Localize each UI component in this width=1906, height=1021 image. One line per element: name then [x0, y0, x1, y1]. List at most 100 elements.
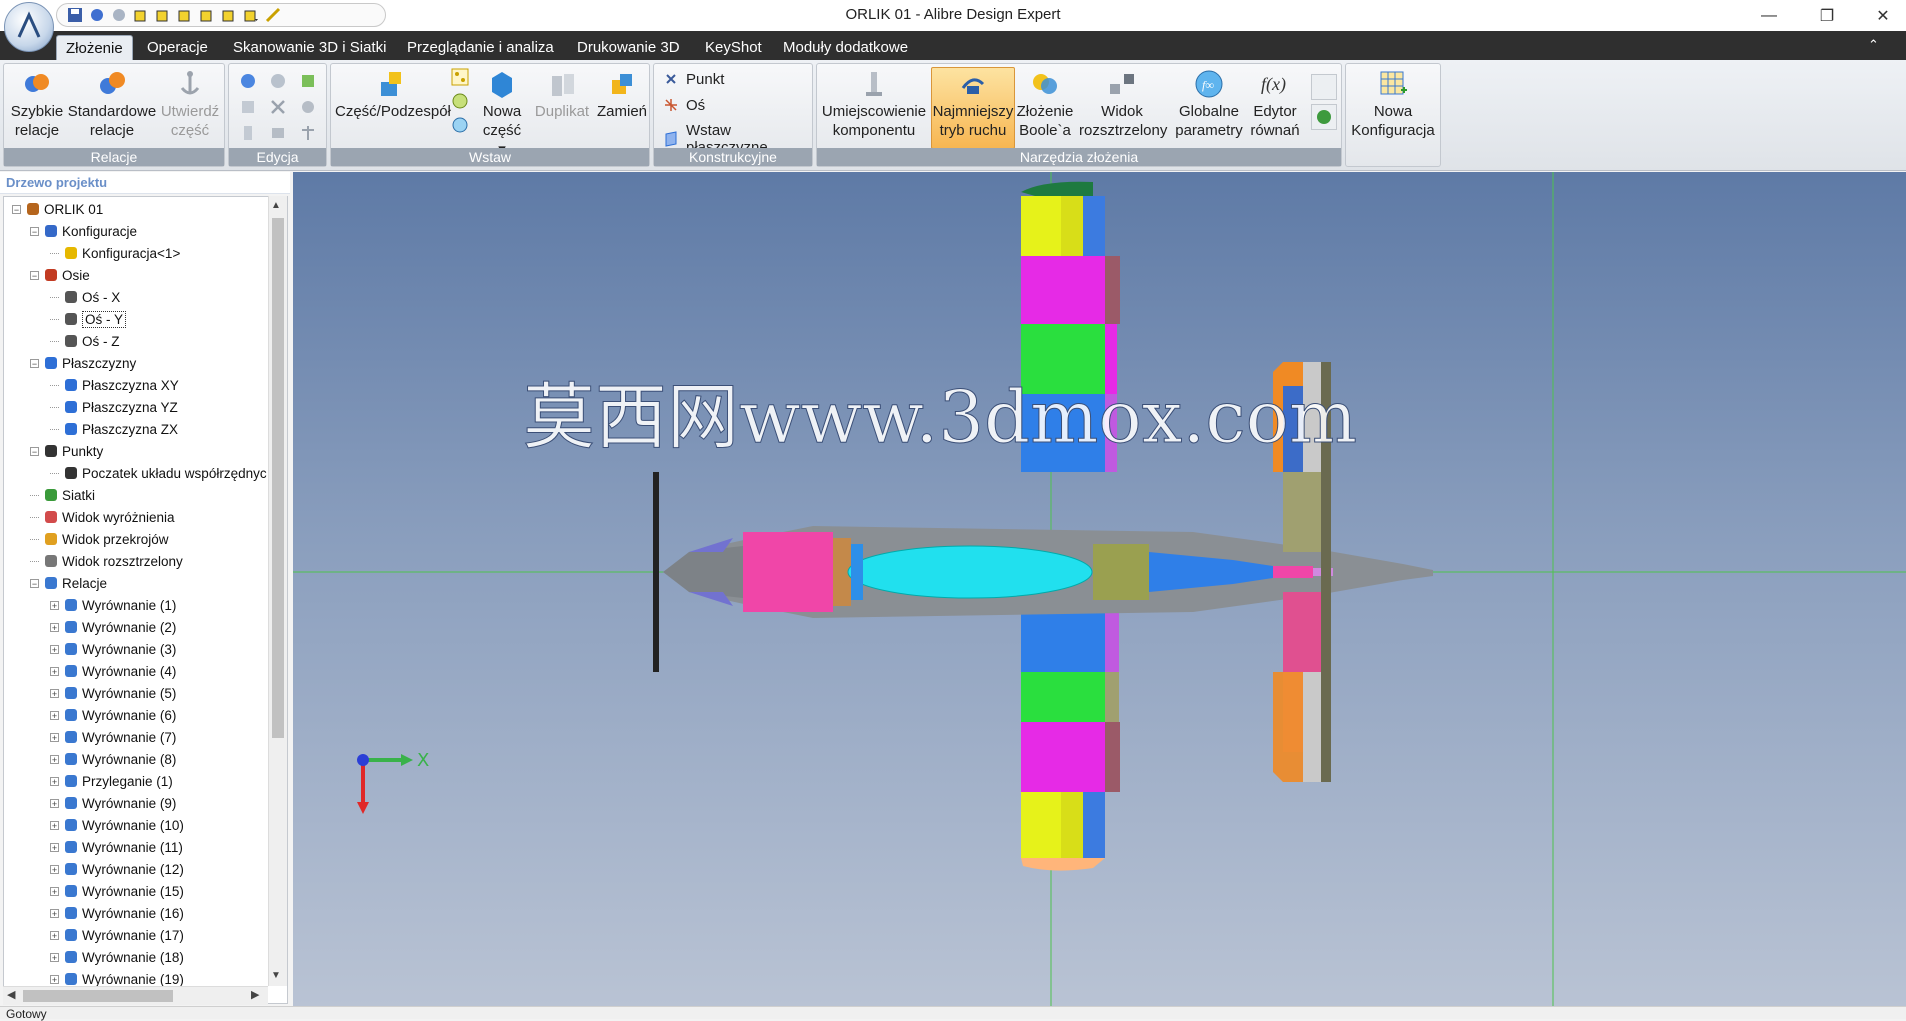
tree-expander-icon[interactable]: + — [50, 798, 59, 808]
tree-node[interactable]: + Wyrównanie (16) — [50, 903, 184, 923]
tree-node[interactable]: Płaszczyzna ZX — [50, 419, 178, 439]
tree-node[interactable]: − ORLIK 01 — [12, 199, 103, 219]
tab-drukowanie[interactable]: Drukowanie 3D — [568, 35, 689, 60]
tree-expander-icon[interactable]: + — [50, 886, 59, 896]
tree-expander-icon[interactable]: − — [30, 226, 39, 236]
quick-relations-button[interactable]: Szybkie relacje — [8, 68, 66, 140]
tree-node[interactable]: + Wyrównanie (10) — [50, 815, 184, 835]
tree-node[interactable]: Poczatek układu współrzędnyc — [50, 463, 267, 483]
tab-zlozenie[interactable]: Złożenie — [56, 35, 133, 61]
tree-expander-icon[interactable]: + — [50, 600, 59, 610]
component-placement-button[interactable]: Umiejscowienie komponentu — [821, 68, 927, 140]
tree-expander-icon[interactable]: − — [12, 204, 21, 214]
tree-node[interactable]: − Osie — [30, 265, 90, 285]
edit-mirror-icon[interactable] — [269, 124, 287, 142]
tree-node[interactable]: Płaszczyzna XY — [50, 375, 179, 395]
tree-node[interactable]: Widok przekrojów — [30, 529, 169, 549]
tree-expander-icon[interactable]: + — [50, 622, 59, 632]
edit-split-icon[interactable] — [299, 124, 317, 142]
boolean-assembly-button[interactable]: Złożenie Boole`a — [1015, 68, 1075, 140]
exploded-view-button[interactable]: Widok rozsztrzelony — [1079, 68, 1167, 140]
edit-properties-icon[interactable] — [239, 98, 257, 116]
scroll-down-icon[interactable]: ▼ — [271, 970, 281, 981]
scroll-up-icon[interactable]: ▲ — [271, 200, 281, 211]
tree-expander-icon[interactable]: + — [50, 710, 59, 720]
edit-copy-icon[interactable] — [299, 72, 317, 90]
point-button[interactable]: Punkt — [662, 70, 724, 88]
tree-expander-icon[interactable]: − — [30, 270, 39, 280]
assembly-tool-small-2-icon[interactable] — [1311, 104, 1337, 130]
tree-node[interactable]: + Wyrównanie (12) — [50, 859, 184, 879]
tree-expander-icon[interactable]: + — [50, 820, 59, 830]
anchor-part-button[interactable]: Utwierdź część — [158, 68, 222, 140]
tree-node[interactable]: − Płaszczyzny — [30, 353, 136, 373]
standard-relations-button[interactable]: Standardowe relacje — [66, 68, 158, 140]
tree-node[interactable]: + Wyrównanie (6) — [50, 705, 176, 725]
new-configuration-button[interactable]: Nowa Konfiguracja — [1348, 68, 1438, 140]
hscroll-thumb[interactable] — [23, 990, 173, 1002]
tree-node[interactable]: + Wyrównanie (5) — [50, 683, 176, 703]
tree-node[interactable]: + Przyleganie (1) — [50, 771, 173, 791]
edit-rotate-icon[interactable] — [269, 72, 287, 90]
tree-node[interactable]: Widok rozsztrzelony — [30, 551, 183, 571]
duplicate-button[interactable]: Duplikat — [531, 68, 593, 121]
minimum-motion-button[interactable]: Najmniejszy tryb ruchu — [931, 67, 1015, 149]
new-part-button[interactable]: Nowaczęść ▾ — [477, 68, 527, 159]
part-subassembly-button[interactable]: Część/Podzespół — [335, 68, 451, 121]
insert-gear-icon[interactable] — [451, 92, 469, 110]
tree-node[interactable]: + Wyrównanie (11) — [50, 837, 183, 857]
tree-node[interactable]: Widok wyróżnienia — [30, 507, 175, 527]
tree-node[interactable]: + Wyrównanie (4) — [50, 661, 176, 681]
global-parameters-button[interactable]: f∞ Globalne parametry — [1173, 68, 1245, 140]
tree-node[interactable]: − Konfiguracje — [30, 221, 137, 241]
tree-node[interactable]: + Wyrównanie (9) — [50, 793, 176, 813]
assembly-tool-small-1-icon[interactable] — [1311, 74, 1337, 100]
tree-expander-icon[interactable]: − — [30, 578, 39, 588]
tree-node[interactable]: + Wyrównanie (1) — [50, 595, 176, 615]
tab-keyshot[interactable]: KeyShot — [696, 35, 771, 60]
tree-node[interactable]: − Relacje — [30, 573, 107, 593]
project-tree[interactable]: − ORLIK 01− Konfiguracje Konfiguracja<1> − Os… — [3, 196, 288, 1004]
equation-editor-button[interactable]: f(x) Edytor równań — [1247, 68, 1303, 140]
tree-node[interactable]: + Wyrównanie (7) — [50, 727, 176, 747]
insert-library-icon[interactable] — [451, 116, 469, 134]
edit-pattern-icon[interactable] — [239, 124, 257, 142]
maximize-button[interactable]: ❐ — [1804, 0, 1850, 31]
scroll-right-icon[interactable]: ▶ — [251, 988, 259, 1001]
tab-moduly[interactable]: Moduły dodatkowe — [774, 35, 917, 60]
tab-przegladanie[interactable]: Przeglądanie i analiza — [398, 35, 563, 60]
edit-move-icon[interactable] — [239, 72, 257, 90]
scroll-thumb[interactable] — [272, 218, 284, 738]
tree-node[interactable]: Konfiguracja<1> — [50, 243, 180, 263]
tree-expander-icon[interactable]: + — [50, 930, 59, 940]
tree-expander-icon[interactable]: + — [50, 952, 59, 962]
insert-grid-icon[interactable] — [451, 68, 469, 86]
tree-expander-icon[interactable]: + — [50, 666, 59, 676]
tree-expander-icon[interactable]: + — [50, 842, 59, 852]
app-logo-icon[interactable] — [4, 2, 54, 52]
tree-node[interactable]: + Wyrównanie (15) — [50, 881, 184, 901]
axis-button[interactable]: Oś — [662, 96, 705, 114]
tree-node[interactable]: Płaszczyzna YZ — [50, 397, 178, 417]
scroll-left-icon[interactable]: ◀ — [7, 988, 15, 1001]
tree-vertical-scrollbar[interactable]: ▲ ▼ — [268, 196, 287, 986]
tree-node[interactable]: + Wyrównanie (8) — [50, 749, 176, 769]
minimize-button[interactable]: — — [1746, 0, 1792, 31]
airplane-model[interactable] — [653, 181, 1433, 871]
tree-node[interactable]: + Wyrównanie (18) — [50, 947, 184, 967]
tree-node[interactable]: Oś - Z — [50, 331, 120, 351]
tab-operacje[interactable]: Operacje — [138, 35, 217, 60]
tree-expander-icon[interactable]: + — [50, 688, 59, 698]
tab-skanowanie[interactable]: Skanowanie 3D i Siatki — [224, 35, 395, 60]
tree-node[interactable]: − Punkty — [30, 441, 103, 461]
collapse-ribbon-icon[interactable]: ⌃ — [1868, 37, 1879, 53]
tree-expander-icon[interactable]: + — [50, 864, 59, 874]
tree-expander-icon[interactable]: + — [50, 908, 59, 918]
close-button[interactable]: ✕ — [1860, 0, 1906, 31]
delete-icon[interactable] — [269, 98, 287, 116]
tree-horizontal-scrollbar[interactable]: ◀ ▶ — [3, 986, 268, 1005]
tree-node[interactable]: Oś - Y — [50, 309, 127, 329]
edit-suppress-icon[interactable] — [299, 98, 317, 116]
tree-expander-icon[interactable]: − — [30, 446, 39, 456]
tree-node[interactable]: + Wyrównanie (2) — [50, 617, 176, 637]
